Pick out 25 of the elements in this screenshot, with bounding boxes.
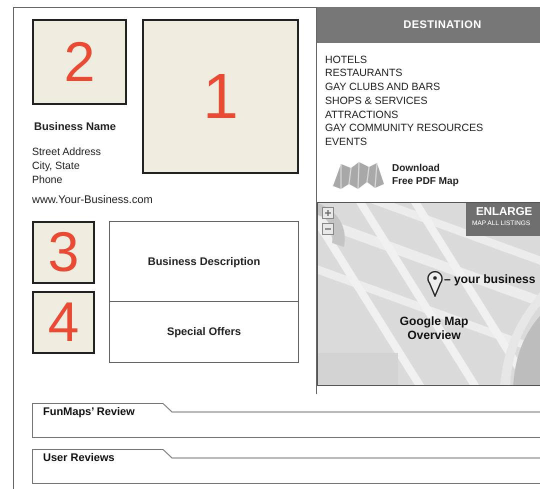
description-label: Business Description (110, 222, 298, 302)
map-pin-icon (427, 271, 443, 298)
marker-label: – your business (444, 272, 536, 286)
zoom-in-icon[interactable] (322, 207, 334, 220)
category-link[interactable]: GAY CLUBS AND BARS (325, 81, 440, 95)
placeholder-number: 3 (48, 220, 80, 285)
placeholder-number: 4 (48, 290, 80, 355)
offers-label: Special Offers (166, 325, 242, 340)
zoom-out-icon[interactable] (322, 223, 334, 236)
website-link[interactable]: www.Your-Business.com (32, 193, 153, 208)
section-title: FunMaps’ Review (43, 406, 135, 418)
category-link[interactable]: SHOPS & SERVICES (325, 94, 428, 109)
category-link[interactable]: EVENTS (325, 136, 368, 150)
category-link[interactable]: ATTRACTIONS (325, 108, 398, 122)
placeholder-number: 1 (202, 60, 238, 134)
panel-header: DESTINATION (317, 6, 540, 42)
category-link[interactable]: GAY COMMUNITY RESOURCES (325, 122, 484, 136)
download-link[interactable]: Download Free PDF Map (392, 162, 459, 188)
business-address: Street Address City, State Phone (32, 145, 102, 187)
map-caption: Google Map Overview (398, 314, 470, 342)
category-link[interactable]: HOTELS (325, 54, 368, 68)
section-title: User Reviews (43, 452, 115, 464)
business-name: Business Name (34, 121, 117, 133)
placeholder-number: 2 (64, 30, 96, 94)
category-link[interactable]: RESTAURANTS (325, 67, 402, 82)
